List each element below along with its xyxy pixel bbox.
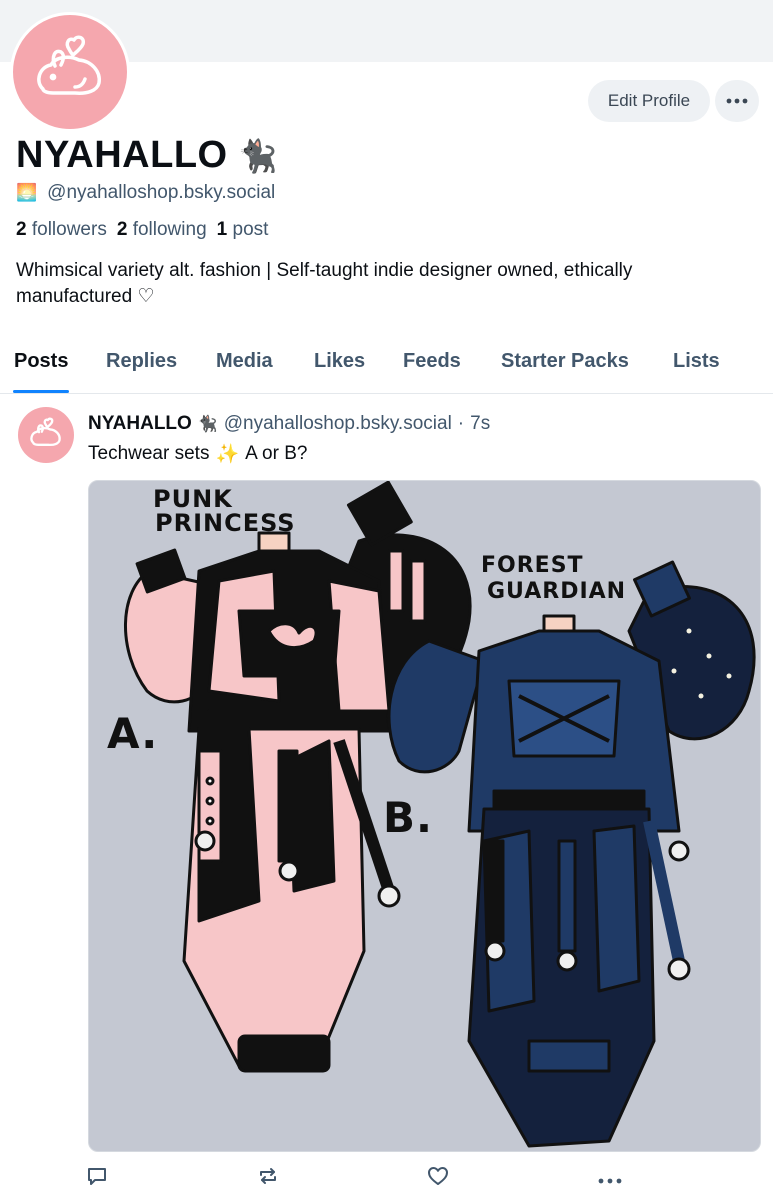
post-author-handle[interactable]: @nyahalloshop.bsky.social xyxy=(224,413,452,435)
post-timestamp[interactable]: 7s xyxy=(470,413,490,435)
cat-emoji-icon: 🐈‍⬛ xyxy=(237,137,278,174)
cat-emoji-icon: 🐈‍⬛ xyxy=(197,416,218,433)
profile-handle: 🌅 @nyahalloshop.bsky.social xyxy=(16,182,275,204)
tab-posts[interactable]: Posts xyxy=(14,350,68,373)
post-text: Techwear sets ✨ A or B? xyxy=(88,443,308,465)
profile-display-name: NYAHALLO 🐈‍⬛ xyxy=(16,134,278,177)
tab-feeds[interactable]: Feeds xyxy=(403,350,461,373)
like-icon[interactable] xyxy=(427,1165,449,1192)
reply-icon[interactable] xyxy=(86,1165,108,1192)
sunrise-emoji-icon: 🌅 xyxy=(16,183,38,202)
following-link[interactable]: 2 following xyxy=(117,219,207,241)
posts-count: 1 post xyxy=(216,219,269,240)
tab-replies[interactable]: Replies xyxy=(106,350,177,373)
outfit-b xyxy=(387,560,756,1148)
post-author-avatar[interactable] xyxy=(18,407,74,463)
profile-tabs: Posts Replies Media Likes Feeds Starter … xyxy=(0,340,773,394)
sparkles-emoji-icon: ✨ xyxy=(215,444,240,465)
edit-profile-button[interactable]: Edit Profile xyxy=(588,80,710,122)
repost-icon[interactable] xyxy=(257,1165,279,1192)
ellipsis-icon xyxy=(726,98,748,104)
outfit-a xyxy=(124,481,472,1073)
post-separator: · xyxy=(457,413,465,434)
active-tab-indicator xyxy=(13,390,69,393)
display-name-text: NYAHALLO xyxy=(16,134,228,176)
tab-starter-packs[interactable]: Starter Packs xyxy=(501,350,629,373)
post-more-icon[interactable] xyxy=(598,1171,622,1189)
tab-likes[interactable]: Likes xyxy=(314,350,365,373)
feed-post[interactable]: NYAHALLO 🐈‍⬛ @nyahalloshop.bsky.social ·… xyxy=(0,395,773,1200)
post-author-name[interactable]: NYAHALLO xyxy=(88,413,192,435)
tab-lists[interactable]: Lists xyxy=(673,350,720,373)
handle-text: @nyahalloshop.bsky.social xyxy=(47,182,276,203)
profile-stats: 2 followers 2 following 1 post xyxy=(16,219,268,241)
post-image[interactable]: PUNK PRINCESS FOREST GUARDIAN A. B. xyxy=(88,480,761,1152)
followers-link[interactable]: 2 followers xyxy=(16,219,107,241)
profile-more-button[interactable] xyxy=(715,80,759,122)
profile-bio: Whimsical variety alt. fashion | Self-ta… xyxy=(16,260,633,307)
bunny-logo-icon xyxy=(30,417,61,447)
bunny-logo-icon xyxy=(37,35,101,95)
profile-avatar[interactable] xyxy=(10,12,130,132)
post-header: NYAHALLO 🐈‍⬛ @nyahalloshop.bsky.social ·… xyxy=(88,413,490,435)
tab-media[interactable]: Media xyxy=(216,350,273,373)
outfit-illustration xyxy=(124,481,756,1148)
